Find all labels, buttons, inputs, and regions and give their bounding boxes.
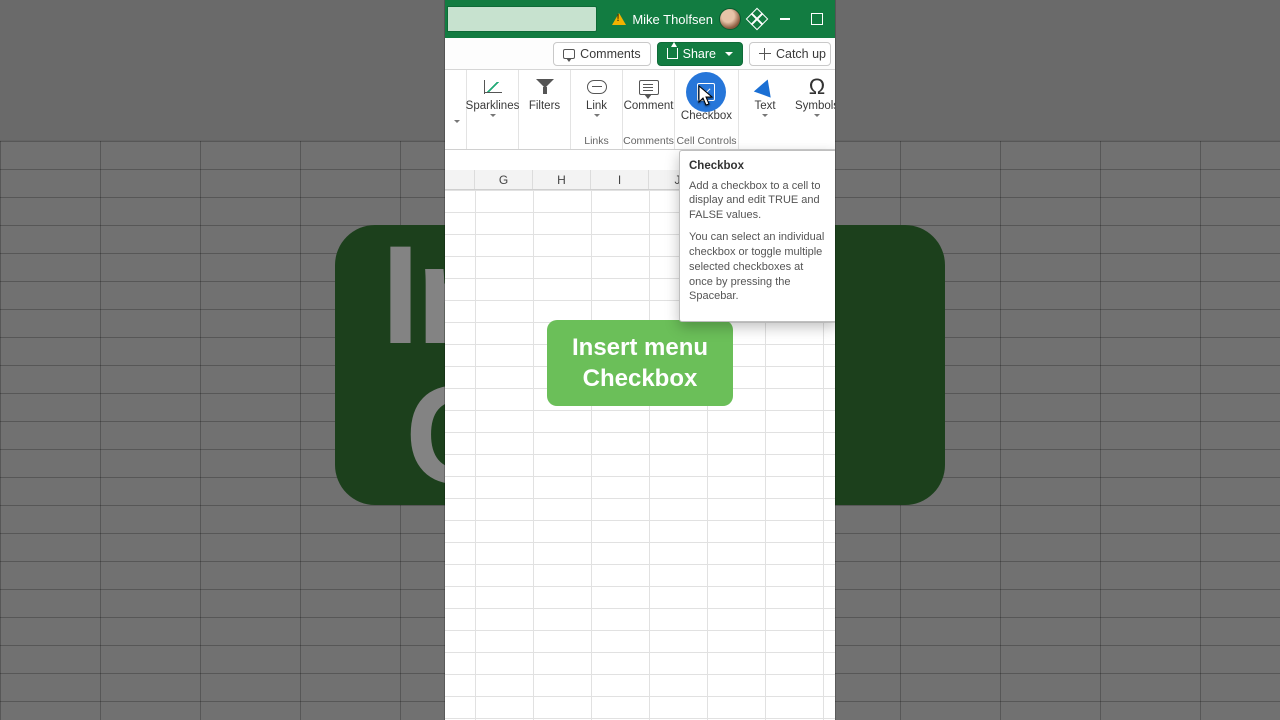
- symbols-button[interactable]: Ω Symbols: [788, 74, 835, 119]
- ribbon-group-symbols: Ω Symbols: [791, 70, 835, 149]
- tooltip-title: Checkbox: [689, 159, 827, 175]
- callout-line2: Checkbox: [583, 363, 698, 394]
- chevron-down-icon: [490, 114, 496, 117]
- user-chip[interactable]: Mike Tholfsen: [612, 8, 741, 30]
- omega-icon: Ω: [809, 76, 825, 98]
- text-icon: [754, 76, 776, 97]
- action-row: Comments Share Catch up: [445, 38, 835, 70]
- link-label: Link: [586, 100, 607, 112]
- ribbon-group-cellcontrols: Checkbox Cell Controls: [675, 70, 739, 149]
- group-label-cellcontrols: Cell Controls: [675, 135, 738, 147]
- chevron-down-icon: [762, 114, 768, 117]
- group-label-links: Links: [571, 135, 622, 147]
- tooltip-body-1: Add a checkbox to a cell to display and …: [689, 179, 827, 224]
- premium-icon[interactable]: [746, 8, 769, 31]
- filter-icon: [536, 79, 554, 95]
- search-input[interactable]: [447, 6, 597, 32]
- warning-icon: [612, 13, 626, 25]
- ribbon-group-links: Link Links: [571, 70, 623, 149]
- chevron-down-icon: [594, 114, 600, 117]
- annotation-callout: Insert menu Checkbox: [547, 320, 733, 406]
- link-button[interactable]: Link: [577, 74, 617, 119]
- col-head[interactable]: G: [475, 170, 533, 189]
- ribbon-group-comments: Comment Comments: [623, 70, 675, 149]
- comments-label: Comments: [580, 47, 640, 61]
- sparklines-label: Sparklines: [466, 100, 520, 112]
- share-button[interactable]: Share: [657, 42, 743, 66]
- excel-window: Mike Tholfsen Comments Share Catch up: [445, 0, 835, 720]
- share-icon: [667, 48, 678, 59]
- user-name: Mike Tholfsen: [632, 12, 713, 27]
- window-maximize-button[interactable]: [805, 7, 829, 31]
- comments-icon: [563, 49, 575, 59]
- filters-label: Filters: [529, 100, 560, 112]
- comments-button[interactable]: Comments: [553, 42, 650, 66]
- ribbon-insert: Sparklines Filters Link Links Comment: [445, 70, 835, 150]
- ribbon-group-sparklines: Sparklines: [467, 70, 519, 149]
- col-head[interactable]: H: [533, 170, 591, 189]
- catchup-label: Catch up: [776, 47, 826, 61]
- titlebar: Mike Tholfsen: [445, 0, 835, 38]
- avatar: [719, 8, 741, 30]
- link-icon: [587, 80, 607, 94]
- ribbon-group-filters: Filters: [519, 70, 571, 149]
- text-button[interactable]: Text: [745, 74, 785, 119]
- catchup-button[interactable]: Catch up: [749, 42, 831, 66]
- cursor-icon: [698, 85, 714, 107]
- col-head[interactable]: [445, 170, 475, 189]
- checkbox-tooltip: Checkbox Add a checkbox to a cell to dis…: [679, 150, 835, 322]
- comment-icon: [639, 80, 659, 95]
- comment-button[interactable]: Comment: [617, 74, 681, 114]
- callout-line1: Insert menu: [572, 332, 708, 363]
- col-head[interactable]: I: [591, 170, 649, 189]
- chevron-down-icon: [725, 52, 733, 56]
- symbols-label: Symbols: [795, 100, 835, 112]
- share-label: Share: [683, 47, 716, 61]
- chevron-down-icon: [814, 114, 820, 117]
- chevron-down-icon: [454, 120, 460, 123]
- comment-label: Comment: [624, 100, 674, 112]
- window-minimize-button[interactable]: [773, 7, 797, 31]
- sparkle-icon: [759, 48, 771, 60]
- group-label-comments: Comments: [623, 135, 674, 147]
- ribbon-group-text: Text: [739, 70, 791, 149]
- sparklines-button[interactable]: Sparklines: [459, 74, 527, 119]
- filters-button[interactable]: Filters: [522, 74, 567, 114]
- tooltip-body-2: You can select an individual checkbox or…: [689, 230, 827, 304]
- text-label: Text: [754, 100, 775, 112]
- sparklines-icon: [482, 78, 504, 96]
